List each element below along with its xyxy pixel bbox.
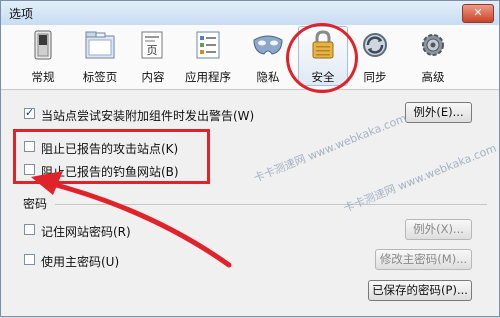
switch-icon <box>34 30 52 60</box>
password-exceptions-button[interactable]: 例外(X)... <box>405 219 472 240</box>
remember-passwords-label: 记住网站密码(R) <box>41 225 131 239</box>
window-title: 选项 <box>9 7 34 21</box>
block-forgery-checkbox[interactable] <box>24 164 35 175</box>
tab-label: 同步 <box>363 70 387 84</box>
options-window: 选项 ✕ 常规 标签页 页 内容 应用程序 隐私 安全 同步 高级 ✓ 当站点尝… <box>0 0 500 317</box>
tab-label: 应用程序 <box>185 70 231 84</box>
tab-label: 安全 <box>311 70 335 84</box>
options-toolbar: 常规 标签页 页 内容 应用程序 隐私 安全 同步 高级 <box>1 25 499 90</box>
tab-security[interactable]: 安全 <box>298 26 348 86</box>
remember-passwords-checkbox[interactable] <box>24 224 35 235</box>
page-icon: 页 <box>141 31 163 59</box>
page-glyph: 页 <box>147 44 158 57</box>
addon-exceptions-button[interactable]: 例外(E)... <box>405 102 472 123</box>
change-master-password-button[interactable]: 修改主密码(M)... <box>375 249 472 270</box>
watermark: 卡卡测速网 www.webkaka.com <box>251 111 409 185</box>
tab-sync[interactable]: 同步 <box>351 27 399 85</box>
mask-icon <box>253 35 283 55</box>
passwords-group-label: 密码 <box>23 197 48 211</box>
folder-tabs-icon <box>85 31 115 59</box>
application-list-icon <box>196 31 220 59</box>
tab-content[interactable]: 页 内容 <box>129 27 177 85</box>
tab-advanced[interactable]: 高级 <box>409 27 457 85</box>
padlock-icon <box>312 30 334 59</box>
tab-label: 隐私 <box>256 70 280 84</box>
tab-tabs[interactable]: 标签页 <box>76 27 124 85</box>
tab-label: 标签页 <box>82 70 118 84</box>
tab-general[interactable]: 常规 <box>19 27 67 85</box>
sync-icon <box>363 33 387 57</box>
tab-applications[interactable]: 应用程序 <box>184 27 232 85</box>
group-divider <box>55 204 487 205</box>
title-bar: 选项 ✕ <box>1 1 499 26</box>
tab-label: 高级 <box>421 70 445 84</box>
block-attack-label: 阻止已报告的攻击站点(K) <box>41 142 179 156</box>
tab-label: 内容 <box>141 70 165 84</box>
master-password-checkbox[interactable] <box>24 254 35 265</box>
saved-passwords-button[interactable]: 已保存的密码(P)... <box>368 280 472 301</box>
tab-label: 常规 <box>31 70 55 84</box>
block-attack-checkbox[interactable] <box>24 141 35 152</box>
warn-addons-label: 当站点尝试安装附加组件时发出警告(W) <box>41 109 255 123</box>
gear-icon <box>422 34 444 56</box>
block-forgery-label: 阻止已报告的钓鱼网站(B) <box>41 165 179 179</box>
master-password-label: 使用主密码(U) <box>41 255 120 269</box>
tab-privacy[interactable]: 隐私 <box>244 27 292 85</box>
warn-addons-checkbox[interactable] <box>24 106 35 119</box>
close-button[interactable]: ✕ <box>462 4 494 23</box>
